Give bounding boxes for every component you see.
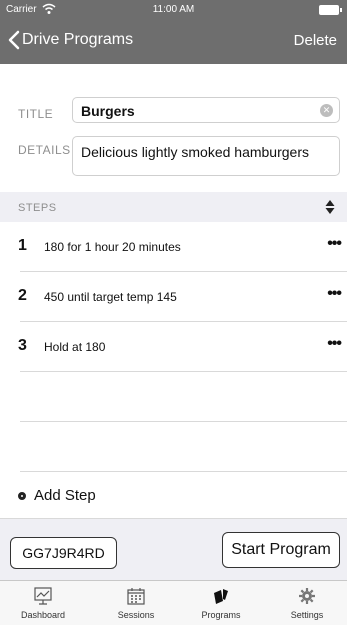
details-value: Delicious lightly smoked hamburgers xyxy=(81,144,309,160)
tab-label: Dashboard xyxy=(20,610,66,620)
step-text: 180 for 1 hour 20 minutes xyxy=(44,240,181,254)
gear-icon xyxy=(299,588,315,604)
tab-bar: Dashboard Sessions Programs Settings xyxy=(0,580,347,625)
tab-label: Sessions xyxy=(117,610,155,620)
status-bar: Carrier 11:00 AM xyxy=(0,0,347,20)
add-step-button[interactable]: Add Step xyxy=(18,487,96,504)
calendar-icon xyxy=(127,588,145,605)
program-code-button[interactable]: GG7J9R4RD xyxy=(10,537,117,569)
action-bar: GG7J9R4RD Start Program xyxy=(0,518,347,580)
title-field[interactable]: Burgers ✕ xyxy=(72,97,340,123)
clear-icon[interactable]: ✕ xyxy=(320,104,333,117)
delete-button[interactable]: Delete xyxy=(294,32,337,49)
step-number: 1 xyxy=(18,237,27,254)
add-step-label: Add Step xyxy=(34,487,96,504)
program-form: TITLE Burgers ✕ DETAILS Delicious lightl… xyxy=(0,64,347,192)
step-row[interactable]: 1 180 for 1 hour 20 minutes ••• xyxy=(0,222,347,272)
navigation-bar: Drive Programs Delete xyxy=(0,20,347,64)
title-value: Burgers xyxy=(81,103,135,119)
steps-list: 1 180 for 1 hour 20 minutes ••• 2 450 un… xyxy=(0,222,347,472)
divider xyxy=(20,471,347,472)
clock: 11:00 AM xyxy=(152,4,195,15)
cards-icon xyxy=(214,589,228,604)
tab-label: Programs xyxy=(201,610,241,620)
sort-icon[interactable] xyxy=(325,199,335,215)
details-field[interactable]: Delicious lightly smoked hamburgers xyxy=(72,136,340,176)
start-program-button[interactable]: Start Program xyxy=(222,532,340,568)
step-row[interactable]: 3 Hold at 180 ••• xyxy=(0,322,347,372)
plus-circle-icon xyxy=(18,491,26,500)
step-number: 2 xyxy=(18,287,27,304)
battery-icon xyxy=(319,5,342,15)
chevron-left-icon xyxy=(8,30,20,50)
back-button[interactable]: Drive Programs xyxy=(8,30,133,50)
empty-step-row xyxy=(0,422,347,472)
empty-step-row xyxy=(0,372,347,422)
back-button-label: Drive Programs xyxy=(22,31,134,48)
steps-header: STEPS xyxy=(0,192,347,222)
tab-label: Settings xyxy=(290,610,324,620)
more-options-icon[interactable]: ••• xyxy=(327,235,342,253)
steps-label: STEPS xyxy=(18,202,57,214)
more-options-icon[interactable]: ••• xyxy=(327,335,342,353)
step-number: 3 xyxy=(18,337,27,354)
more-options-icon[interactable]: ••• xyxy=(327,285,342,303)
step-row[interactable]: 2 450 until target temp 145 ••• xyxy=(0,272,347,322)
tab-dashboard[interactable]: Dashboard xyxy=(0,581,86,625)
chart-icon xyxy=(34,587,52,605)
tab-sessions[interactable]: Sessions xyxy=(93,581,179,625)
step-text: 450 until target temp 145 xyxy=(44,290,177,304)
title-label: TITLE xyxy=(18,107,54,121)
tab-programs[interactable]: Programs xyxy=(178,581,264,625)
tab-settings[interactable]: Settings xyxy=(264,581,347,625)
details-label: DETAILS xyxy=(18,143,71,157)
step-text: Hold at 180 xyxy=(44,340,106,354)
